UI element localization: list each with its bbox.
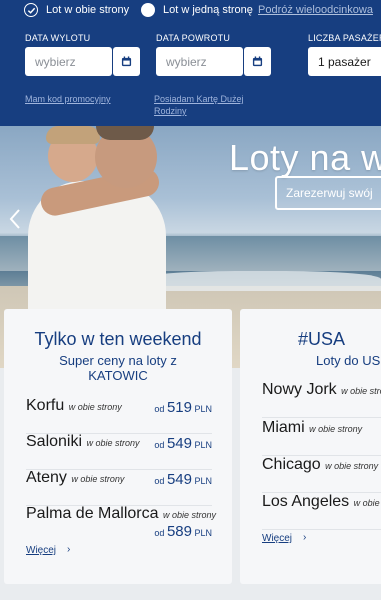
card-subtitle-line1: Super ceny na loty z <box>59 353 177 368</box>
offer-city-line: Palma de Mallorca w obie strony <box>26 505 216 523</box>
family-card-link[interactable]: Posiadam Kartę Dużej Rodziny <box>154 93 244 117</box>
price-currency: PLN <box>194 528 212 538</box>
radio-empty-icon <box>141 3 155 17</box>
more-link[interactable]: Więcej <box>262 533 292 544</box>
departure-date-field[interactable]: wybierz <box>25 47 112 76</box>
offer-direction: w obie strony <box>325 461 379 471</box>
more-link[interactable]: Więcej <box>26 545 56 556</box>
card-title: Tylko w ten weekend <box>34 329 202 349</box>
offer-city: Saloniki <box>26 433 83 450</box>
family-card-link-line1: Posiadam Kartę Dużej <box>154 94 244 104</box>
flight-search-panel: Lot w obie strony Lot w jedną stronę Pod… <box>0 0 381 126</box>
offer-city: Nowy Jork <box>262 381 337 398</box>
offer-row[interactable]: Palma de Mallorca w obie strony od 589 P… <box>26 505 216 543</box>
offer-row[interactable]: Miami w obie strony o <box>262 419 381 456</box>
passengers-field[interactable]: 1 pasażer <box>308 47 381 76</box>
hero-title: Loty na w <box>229 137 381 178</box>
offer-direction: w obie strony <box>71 474 125 484</box>
offer-city: Palma de Mallorca <box>26 505 159 522</box>
chevron-right-icon: › <box>303 532 307 543</box>
price-value: 589 <box>166 523 192 540</box>
offer-price: od 589 PLN <box>154 523 212 540</box>
price-from: od <box>154 404 165 414</box>
price-value: 519 <box>166 399 192 416</box>
multi-city-label: Podróż wielo​odcinkowa <box>258 4 373 16</box>
offer-row[interactable]: Nowy Jork w obie strony o <box>262 381 381 418</box>
carousel-prev-icon[interactable] <box>8 208 22 230</box>
hero-photo-man-hair <box>96 126 154 140</box>
card-subtitle: Loty do US <box>316 353 381 368</box>
offer-direction: w obie str <box>353 498 381 508</box>
offer-price: od 549 PLN <box>154 435 212 452</box>
chevron-right-icon: › <box>67 544 71 555</box>
offer-row[interactable]: Saloniki w obie strony od 549 PLN <box>26 433 212 470</box>
offer-row[interactable]: Chicago w obie strony o <box>262 456 381 493</box>
offer-price: od 519 PLN <box>154 399 212 416</box>
check-icon <box>24 3 38 17</box>
multi-city-link[interactable]: Podróż wielo​odcinkowa <box>258 2 373 18</box>
promo-code-link[interactable]: Mam kod promocyjny <box>25 93 111 105</box>
return-calendar-button[interactable] <box>244 47 271 76</box>
offer-direction: w obie strony <box>68 402 122 412</box>
price-value: 549 <box>166 471 192 488</box>
price-from: od <box>154 476 165 486</box>
calendar-icon <box>252 56 263 67</box>
offer-direction: w obie strony <box>86 438 140 448</box>
offer-city: Los Angeles <box>262 493 350 510</box>
departure-date-value: wybierz <box>35 54 76 69</box>
hero-photo-child-hair <box>46 126 100 144</box>
trip-type-oneway-label: Lot w jedną stronę <box>163 4 253 16</box>
price-currency: PLN <box>194 440 212 450</box>
weekend-deals-card: Tylko w ten weekend Super ceny na loty z… <box>4 309 232 584</box>
offer-city: Ateny <box>26 469 67 486</box>
price-currency: PLN <box>194 404 212 414</box>
passengers-label: LICZBA PASAŻERÓ <box>308 33 381 43</box>
passengers-value: 1 pasażer <box>318 54 371 69</box>
offer-row[interactable]: Korfu w obie strony od 519 PLN <box>26 397 212 434</box>
offer-direction: w obie strony <box>162 510 216 520</box>
price-from: od <box>154 440 165 450</box>
offer-city: Korfu <box>26 397 65 414</box>
card-subtitle: Super ceny na loty z KATOWIC <box>4 353 232 383</box>
offer-row[interactable]: Ateny w obie strony od 549 PLN <box>26 469 212 506</box>
offer-city: Chicago <box>262 456 321 473</box>
offer-row[interactable]: Los Angeles w obie str o <box>262 493 381 530</box>
trip-type-oneway[interactable]: Lot w jedną stronę <box>141 2 253 18</box>
departure-date-label: DATA WYLOTU <box>25 33 91 43</box>
return-date-field[interactable]: wybierz <box>156 47 243 76</box>
return-date-value: wybierz <box>166 54 207 69</box>
return-date-label: DATA POWROTU <box>156 33 231 43</box>
offer-direction: w obie strony <box>309 424 363 434</box>
offer-price: od 549 PLN <box>154 471 212 488</box>
price-from: od <box>154 528 165 538</box>
card-subtitle-line2: KATOWIC <box>88 368 148 383</box>
offer-city: Miami <box>262 419 305 436</box>
hero-book-button[interactable]: Zarezerwuj swój <box>275 176 381 210</box>
trip-type-round-label: Lot w obie strony <box>46 4 130 16</box>
price-value: 549 <box>166 435 192 452</box>
offer-direction: w obie strony <box>341 386 381 396</box>
hero-photo-wave <box>140 271 381 291</box>
trip-type-round[interactable]: Lot w obie strony <box>24 2 129 18</box>
family-card-link-line2: Rodziny <box>154 106 187 116</box>
card-title: #USA <box>298 329 346 349</box>
calendar-icon <box>121 56 132 67</box>
usa-deals-card: #USA Loty do US Nowy Jork w obie strony … <box>240 309 381 584</box>
price-currency: PLN <box>194 476 212 486</box>
departure-calendar-button[interactable] <box>113 47 140 76</box>
